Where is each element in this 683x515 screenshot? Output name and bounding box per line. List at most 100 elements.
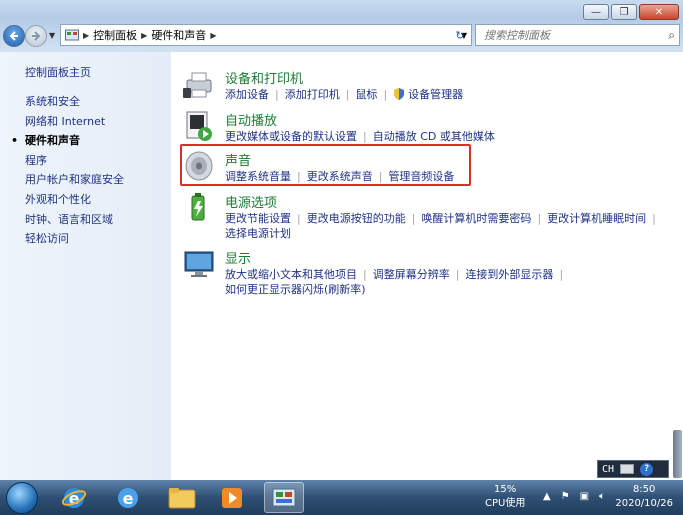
search-input[interactable] — [482, 27, 656, 43]
category-links: 添加设备 | 添加打印机 | 鼠标 | 设备管理器 — [225, 87, 665, 102]
shield-icon — [393, 88, 405, 100]
taskbar-explorer-app[interactable] — [162, 482, 202, 513]
taskbar-control-panel-app[interactable] — [264, 482, 304, 513]
link-connect-external-display[interactable]: 连接到外部显示器 — [465, 268, 553, 281]
category-links: 放大或缩小文本和其他项目 | 调整屏幕分辨率 | 连接到外部显示器 | 如何更正显示器闪烁(… — [225, 267, 665, 297]
link-divider: | — [455, 268, 460, 281]
arrow-right-icon — [32, 31, 41, 41]
highlight-box — [180, 144, 471, 186]
autoplay-icon[interactable] — [183, 110, 215, 142]
svg-text:e: e — [123, 489, 134, 508]
keyboard-icon[interactable] — [620, 464, 635, 474]
arrow-left-icon — [9, 31, 18, 41]
link-divider: | — [363, 130, 367, 143]
category-title[interactable]: 显示 — [225, 248, 251, 267]
search-icon[interactable]: ⌕ — [668, 28, 675, 43]
refresh-button[interactable]: ↻ — [448, 24, 472, 46]
link-divider: | — [275, 88, 279, 101]
internet-explorer-icon: e — [61, 487, 87, 508]
minimize-button[interactable]: — — [583, 4, 609, 20]
sidebar-item-programs[interactable]: 程序 — [25, 151, 124, 171]
link-adjust-resolution[interactable]: 调整屏幕分辨率 — [373, 268, 450, 281]
taskbar-browser-app[interactable]: e — [108, 482, 148, 513]
link-mouse[interactable]: 鼠标 — [355, 88, 377, 101]
main-content: 设备和打印机 添加设备 | 添加打印机 | 鼠标 | 设备管理器 自动播放 更改媒体或设备的… — [171, 52, 683, 480]
link-add-printer[interactable]: 添加打印机 — [285, 88, 340, 101]
link-divider: | — [537, 212, 542, 225]
language-indicator[interactable]: CH — [602, 464, 614, 475]
close-button[interactable]: ✕ — [639, 4, 679, 20]
volume-icon[interactable]: 🔈︎ — [599, 491, 605, 502]
link-require-password-wake[interactable]: 唤醒计算机时需要密码 — [421, 212, 531, 225]
action-center-flag-icon[interactable]: ⚑ — [561, 491, 570, 502]
sidebar-home-link[interactable]: 控制面板主页 — [25, 64, 91, 80]
windows-logo-icon — [6, 481, 38, 514]
folder-icon — [168, 487, 196, 508]
sidebar-item-ease-of-access[interactable]: 轻松访问 — [25, 229, 124, 249]
control-panel-icon — [65, 29, 79, 41]
link-change-sleep-time[interactable]: 更改计算机睡眠时间 — [547, 212, 646, 225]
sidebar-item-clock-region[interactable]: 时钟、语言和区域 — [25, 210, 124, 230]
link-power-button-function[interactable]: 更改电源按钮的功能 — [307, 212, 406, 225]
control-panel-icon — [272, 488, 296, 506]
recent-pages-dropdown[interactable]: ▼ — [49, 31, 55, 40]
tray-icons: ▲ ⚑ ▣ 🔈︎ — [543, 491, 605, 502]
link-divider: | — [652, 212, 656, 225]
search-box[interactable]: ⌕ — [475, 24, 680, 46]
link-change-power-saving[interactable]: 更改节能设置 — [225, 212, 291, 225]
breadcrumb-hardware-sound[interactable]: 硬件和声音 — [151, 27, 206, 43]
link-divider: | — [297, 212, 301, 225]
cpu-percent: 15% — [494, 484, 517, 495]
category-title[interactable]: 电源选项 — [225, 192, 277, 211]
system-tray: 15% CPU使用 ▲ ⚑ ▣ 🔈︎ 8:50 2020/10/26 — [458, 480, 683, 515]
clock-date: 2020/10/26 — [615, 498, 673, 509]
power-icon[interactable] — [183, 192, 215, 224]
sidebar-item-hardware-sound[interactable]: 硬件和声音 — [11, 131, 124, 151]
forward-button[interactable] — [25, 25, 47, 47]
clock-time: 8:50 — [632, 484, 656, 495]
sidebar-item-appearance[interactable]: 外观和个性化 — [25, 190, 124, 210]
network-icon[interactable]: ▣ — [580, 491, 589, 502]
taskbar: e e 15% CPU使用 ▲ ⚑ ▣ 🔈︎ 8:50 2020/10/26 — [0, 480, 683, 515]
link-fix-flicker[interactable]: 如何更正显示器闪烁(刷新率) — [225, 283, 366, 296]
desktop-widget-grip — [673, 430, 682, 478]
link-divider: | — [363, 268, 367, 281]
link-choose-power-plan[interactable]: 选择电源计划 — [225, 227, 291, 240]
cpu-label: CPU使用 — [485, 498, 526, 509]
refresh-icon: ↻ — [455, 28, 465, 42]
help-icon[interactable]: ? — [640, 462, 654, 476]
link-enlarge-text[interactable]: 放大或缩小文本和其他项目 — [225, 268, 357, 281]
maximize-button[interactable]: ❐ — [611, 4, 637, 20]
link-autoplay-cd[interactable]: 自动播放 CD 或其他媒体 — [373, 130, 495, 143]
navigation-toolbar: ▼ ▶ 控制面板 ▶ 硬件和声音 ▶ ▼ ↻ ⌕ — [0, 22, 683, 50]
category-links: 更改媒体或设备的默认设置 | 自动播放 CD 或其他媒体 — [225, 129, 665, 144]
category-title[interactable]: 设备和打印机 — [225, 68, 303, 87]
printer-icon[interactable] — [183, 68, 215, 100]
media-player-icon — [222, 487, 242, 508]
sidebar-item-system-security[interactable]: 系统和安全 — [25, 92, 124, 112]
display-icon[interactable] — [183, 248, 215, 280]
address-bar[interactable]: ▶ 控制面板 ▶ 硬件和声音 ▶ ▼ — [60, 24, 472, 46]
category-title[interactable]: 自动播放 — [225, 110, 277, 129]
breadcrumb-separator[interactable]: ▶ — [83, 31, 89, 40]
link-device-manager[interactable]: 设备管理器 — [408, 88, 463, 101]
browser-icon: e — [118, 487, 138, 508]
taskbar-ie-app[interactable]: e — [54, 482, 94, 513]
clock[interactable]: 8:50 2020/10/26 — [615, 483, 673, 511]
language-bar[interactable]: CH ? — [597, 460, 669, 478]
show-hidden-icons-icon[interactable]: ▲ — [543, 491, 551, 502]
sidebar-item-network[interactable]: 网络和 Internet — [25, 112, 124, 132]
cpu-meter[interactable]: 15% CPU使用 — [485, 483, 525, 511]
breadcrumb-separator[interactable]: ▶ — [141, 31, 147, 40]
link-change-media-defaults[interactable]: 更改媒体或设备的默认设置 — [225, 130, 357, 143]
back-button[interactable] — [3, 25, 25, 47]
sidebar-item-user-accounts[interactable]: 用户帐户和家庭安全 — [25, 170, 124, 190]
window-controls: — ❐ ✕ — [583, 4, 679, 20]
link-divider: | — [559, 268, 564, 281]
start-button[interactable] — [2, 480, 42, 515]
link-divider: | — [383, 88, 388, 101]
breadcrumb-control-panel[interactable]: 控制面板 — [93, 27, 137, 43]
breadcrumb-separator[interactable]: ▶ — [210, 31, 216, 40]
link-add-device[interactable]: 添加设备 — [225, 88, 269, 101]
taskbar-media-player-app[interactable] — [212, 482, 252, 513]
